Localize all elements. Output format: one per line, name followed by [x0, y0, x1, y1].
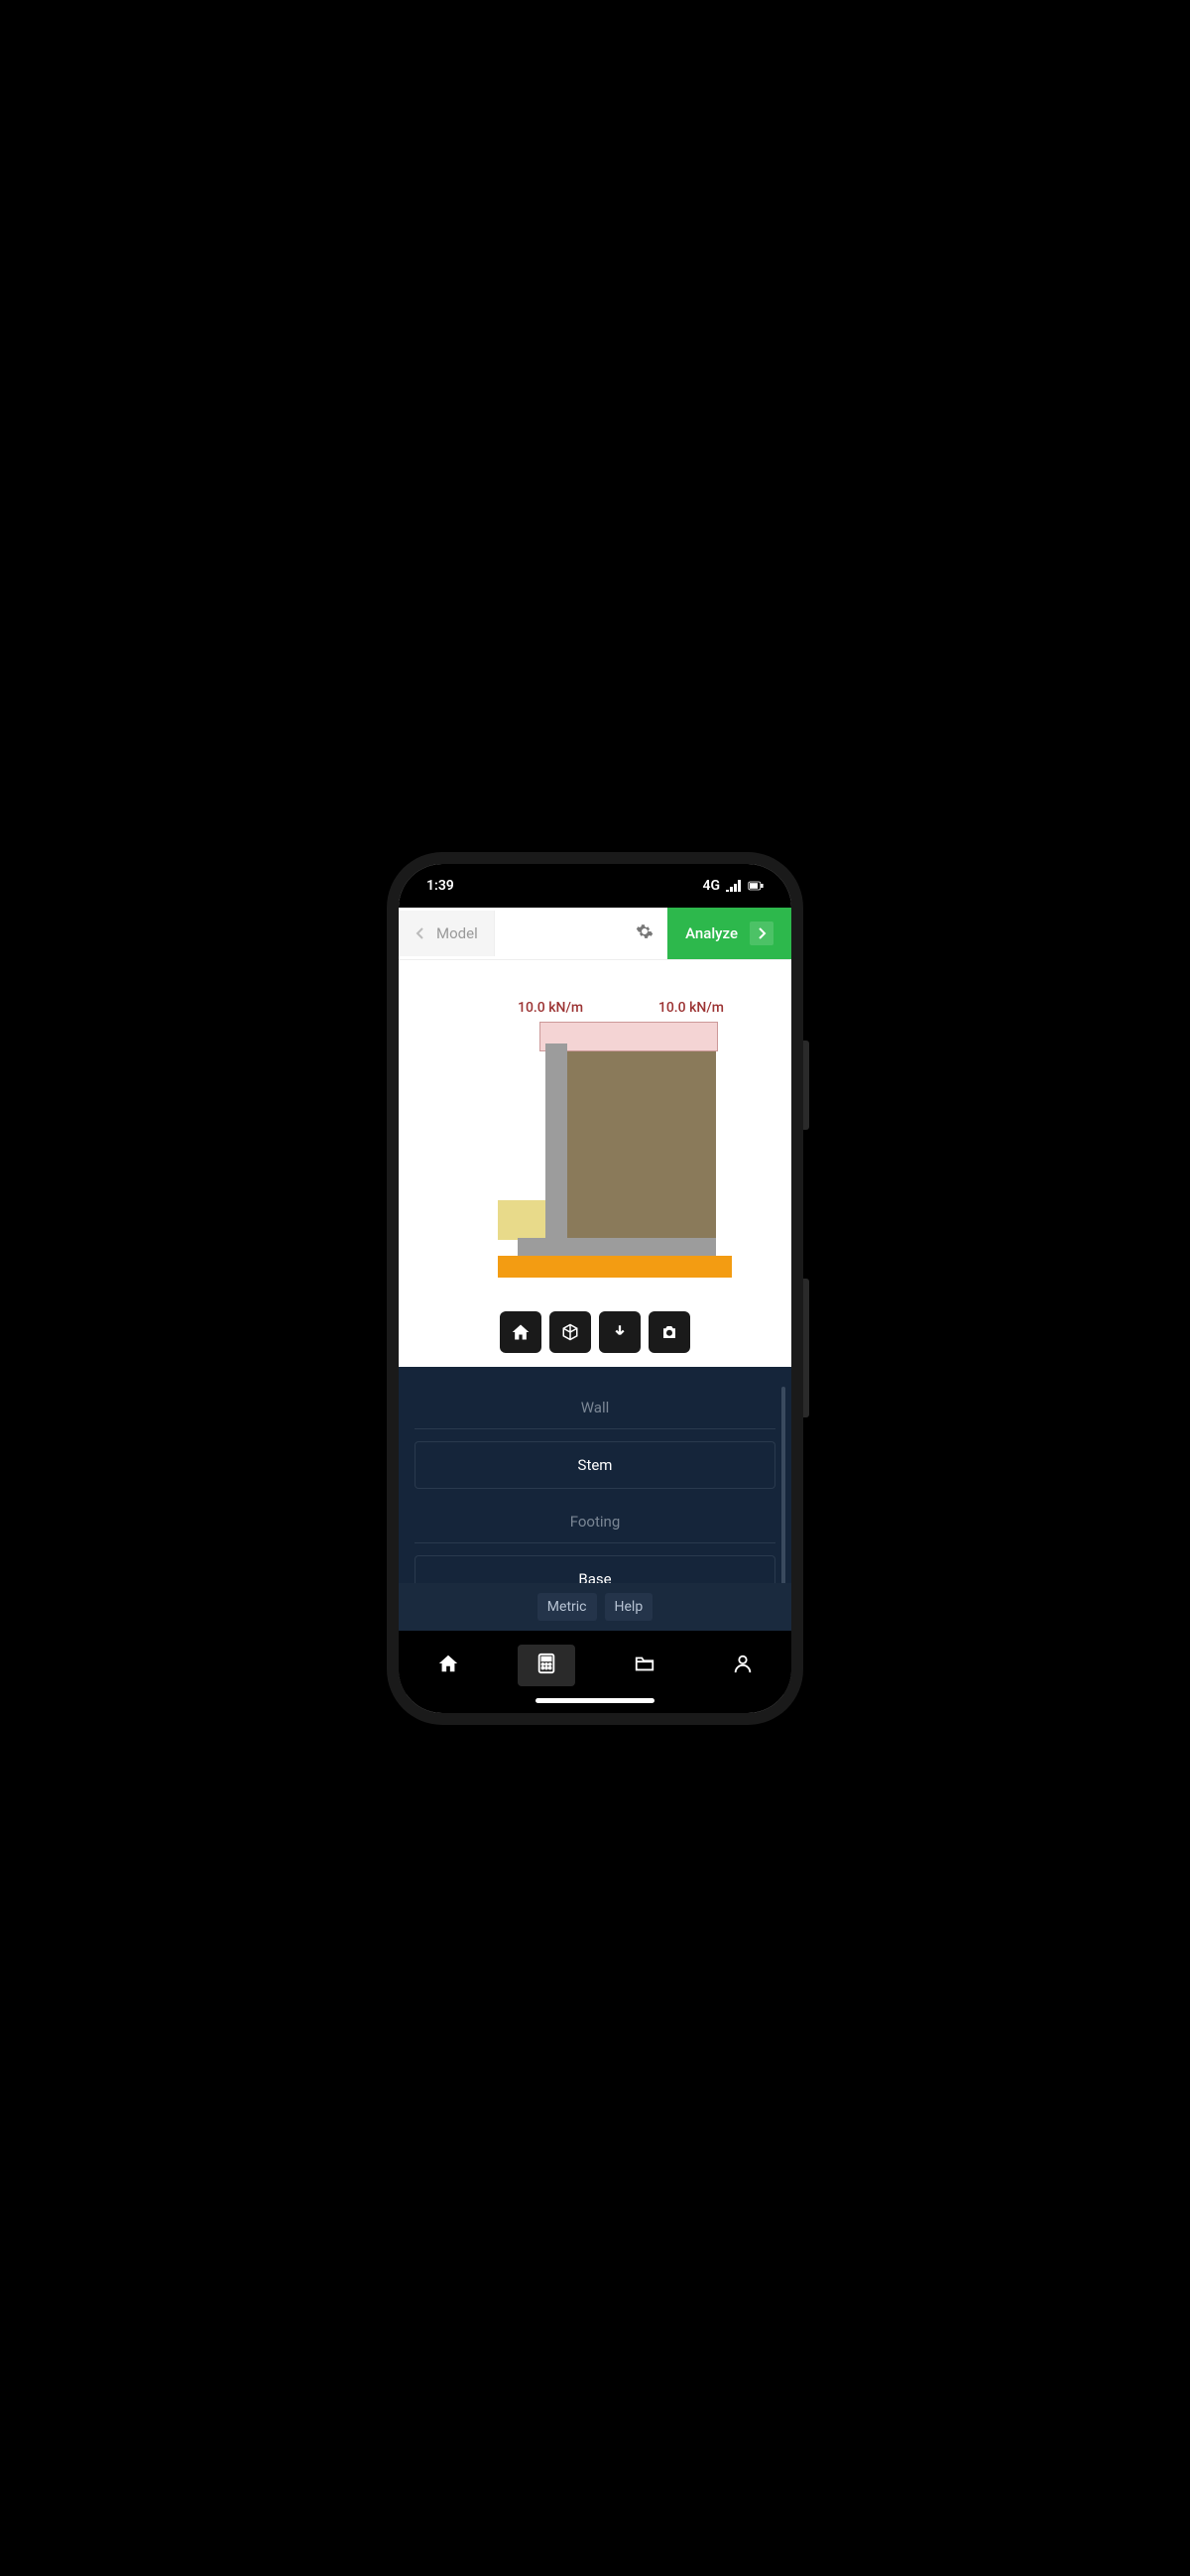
arrow-left-icon	[415, 927, 426, 939]
load-label-left: 10.0 kN/m	[518, 1000, 583, 1016]
nav-files[interactable]	[616, 1645, 673, 1686]
model-canvas[interactable]: 10.0 kN/m 10.0 kN/m	[399, 960, 791, 1367]
arrow-down-icon	[611, 1323, 629, 1341]
analyze-button[interactable]: Analyze	[667, 908, 791, 959]
folder-icon	[634, 1653, 655, 1674]
scroll-indicator	[781, 1387, 785, 1583]
user-icon	[732, 1653, 754, 1674]
foundation	[498, 1256, 732, 1278]
section-item-stem[interactable]: Stem	[415, 1441, 775, 1489]
cube-view-button[interactable]	[549, 1311, 591, 1353]
bottom-nav	[399, 1631, 791, 1694]
arrow-right-icon	[750, 921, 774, 945]
home-indicator[interactable]	[536, 1698, 654, 1703]
units-button[interactable]: Metric	[537, 1593, 597, 1621]
status-network: 4G	[702, 878, 720, 894]
nav-calculator[interactable]	[518, 1645, 575, 1686]
properties-panel[interactable]: Wall Stem Footing Base Key Soil	[399, 1367, 791, 1583]
help-button[interactable]: Help	[605, 1593, 654, 1621]
back-label: Model	[436, 924, 478, 942]
status-time: 1:39	[426, 878, 454, 894]
nav-profile[interactable]	[714, 1645, 772, 1686]
app-header: Model Analyze	[399, 908, 791, 960]
settings-button[interactable]	[622, 909, 667, 958]
wall-stem	[545, 1043, 567, 1240]
section-item-base[interactable]: Base	[415, 1555, 775, 1583]
footer-tabs: Metric Help	[399, 1583, 791, 1631]
section-header-wall: Wall	[415, 1387, 775, 1429]
retained-soil	[563, 1051, 716, 1238]
camera-icon	[660, 1323, 678, 1341]
canvas-toolbar	[500, 1311, 690, 1353]
home-icon	[511, 1322, 531, 1342]
nav-home[interactable]	[419, 1645, 477, 1686]
back-button[interactable]: Model	[399, 911, 495, 956]
gear-icon	[636, 922, 654, 940]
battery-icon	[748, 880, 764, 892]
home-icon	[437, 1653, 459, 1674]
camera-button[interactable]	[649, 1311, 690, 1353]
passive-soil	[498, 1200, 545, 1240]
home-view-button[interactable]	[500, 1311, 541, 1353]
cube-icon	[561, 1323, 579, 1341]
signal-icon	[726, 880, 742, 892]
download-button[interactable]	[599, 1311, 641, 1353]
load-label-right: 10.0 kN/m	[658, 1000, 724, 1016]
analyze-label: Analyze	[685, 924, 738, 942]
calculator-icon	[536, 1653, 557, 1674]
wall-base	[518, 1238, 716, 1256]
section-header-footing: Footing	[415, 1501, 775, 1543]
